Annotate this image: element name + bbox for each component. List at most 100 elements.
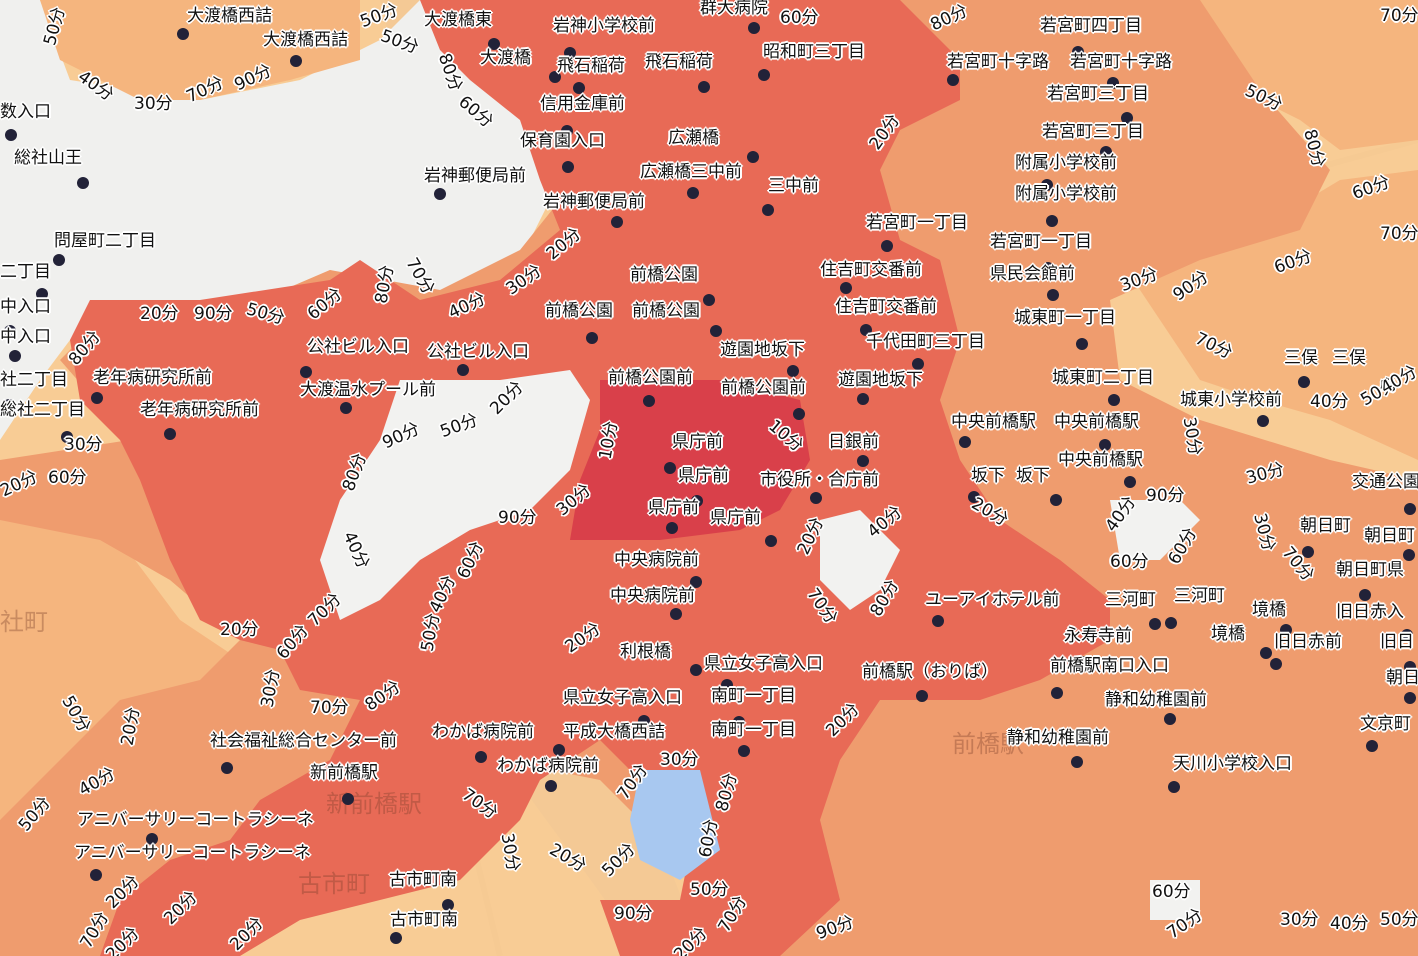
bus-stop-label[interactable]: 県庁前 bbox=[648, 500, 699, 517]
bus-stop-label[interactable]: 中入口 bbox=[0, 299, 51, 316]
bus-stop-label[interactable]: 朝日町県 bbox=[1336, 562, 1404, 579]
bus-stop-marker[interactable] bbox=[916, 690, 928, 702]
bus-stop-marker[interactable] bbox=[475, 751, 487, 763]
bus-stop-label[interactable]: 岩神小学校前 bbox=[553, 18, 655, 35]
bus-stop-label[interactable]: 前橋公園前 bbox=[721, 380, 806, 397]
bus-stop-label[interactable]: 旧日赤入 bbox=[1336, 604, 1404, 621]
bus-stop-label[interactable]: 若宮町三丁目 bbox=[1047, 86, 1149, 103]
bus-stop-label[interactable]: 三中前 bbox=[768, 178, 819, 195]
bus-stop-label[interactable]: 昭和町三丁目 bbox=[763, 44, 865, 61]
bus-stop-label[interactable]: 若宮町一丁目 bbox=[866, 215, 968, 232]
bus-stop-label[interactable]: 三河町 bbox=[1105, 592, 1156, 609]
bus-stop-label[interactable]: 三俣 bbox=[1284, 350, 1318, 367]
bus-stop-label[interactable]: 城東小学校前 bbox=[1180, 392, 1282, 409]
bus-stop-label[interactable]: 中央前橋駅 bbox=[951, 414, 1036, 431]
bus-stop-label[interactable]: アニバーサリーコートラシーネ bbox=[74, 845, 311, 862]
bus-stop-label[interactable]: 信用金庫前 bbox=[540, 96, 625, 113]
bus-stop-marker[interactable] bbox=[1404, 692, 1416, 704]
bus-stop-label[interactable]: 大渡橋東 bbox=[424, 12, 492, 29]
bus-stop-marker[interactable] bbox=[932, 615, 944, 627]
bus-stop-marker[interactable] bbox=[703, 294, 715, 306]
bus-stop-marker[interactable] bbox=[1071, 756, 1083, 768]
bus-stop-label[interactable]: 大渡橋西詰 bbox=[187, 8, 272, 25]
bus-stop-marker[interactable] bbox=[643, 395, 655, 407]
bus-stop-label[interactable]: 前橋公園 bbox=[630, 267, 698, 284]
bus-stop-marker[interactable] bbox=[670, 608, 682, 620]
bus-stop-marker[interactable] bbox=[77, 177, 89, 189]
bus-stop-marker[interactable] bbox=[687, 187, 699, 199]
bus-stop-marker[interactable] bbox=[1046, 215, 1058, 227]
bus-stop-label[interactable]: 岩神郵便局前 bbox=[424, 168, 526, 185]
bus-stop-marker[interactable] bbox=[545, 780, 557, 792]
bus-stop-marker[interactable] bbox=[857, 393, 869, 405]
bus-stop-label[interactable]: 遊園地坂下 bbox=[838, 372, 923, 389]
bus-stop-label[interactable]: アニバーサリーコートラシーネ bbox=[77, 812, 314, 829]
bus-stop-marker[interactable] bbox=[758, 69, 770, 81]
bus-stop-label[interactable]: 朝日町 bbox=[1300, 518, 1351, 535]
bus-stop-marker[interactable] bbox=[787, 365, 799, 377]
bus-stop-marker[interactable] bbox=[1404, 503, 1416, 515]
bus-stop-label[interactable]: 若宮町一丁目 bbox=[990, 234, 1092, 251]
bus-stop-label[interactable]: 境橋 bbox=[1211, 626, 1245, 643]
bus-stop-label[interactable]: 交通公園 bbox=[1352, 474, 1418, 491]
bus-stop-label[interactable]: 飛石稲荷 bbox=[557, 58, 625, 75]
bus-stop-label[interactable]: 若宮町四丁目 bbox=[1040, 18, 1142, 35]
bus-stop-label[interactable]: 若宮町十字路 bbox=[1070, 54, 1172, 71]
bus-stop-label[interactable]: 境橋 bbox=[1252, 602, 1286, 619]
bus-stop-label[interactable]: 老年病研究所前 bbox=[93, 370, 212, 387]
bus-stop-marker[interactable] bbox=[9, 350, 21, 362]
bus-stop-label[interactable]: 平成大橋西詰 bbox=[563, 724, 665, 741]
bus-stop-label[interactable]: 中入口 bbox=[0, 329, 51, 346]
bus-stop-label[interactable]: 公社ビル入口 bbox=[427, 344, 529, 361]
bus-stop-label[interactable]: 天川小学校入口 bbox=[1173, 756, 1292, 773]
bus-stop-marker[interactable] bbox=[690, 664, 702, 676]
bus-stop-label[interactable]: わかば病院前 bbox=[497, 758, 599, 775]
bus-stop-marker[interactable] bbox=[5, 129, 17, 141]
bus-stop-label[interactable]: 県立女子高入口 bbox=[704, 656, 823, 673]
bus-stop-label[interactable]: 大渡橋 bbox=[480, 50, 531, 67]
bus-stop-marker[interactable] bbox=[340, 402, 352, 414]
bus-stop-marker[interactable] bbox=[1149, 618, 1161, 630]
bus-stop-marker[interactable] bbox=[221, 762, 233, 774]
bus-stop-label[interactable]: わかば病院前 bbox=[432, 724, 534, 741]
bus-stop-label[interactable]: 大渡温水プール前 bbox=[300, 382, 436, 399]
bus-stop-label[interactable]: 静和幼稚園前 bbox=[1007, 730, 1109, 747]
bus-stop-label[interactable]: 広瀬橋三中前 bbox=[640, 164, 742, 181]
bus-stop-label[interactable]: 総社二丁目 bbox=[0, 402, 85, 419]
bus-stop-label[interactable]: 前橋駅南口入口 bbox=[1050, 658, 1169, 675]
bus-stop-marker[interactable] bbox=[611, 216, 623, 228]
bus-stop-label[interactable]: 城東町二丁目 bbox=[1052, 370, 1154, 387]
bus-stop-marker[interactable] bbox=[1257, 415, 1269, 427]
bus-stop-label[interactable]: 附属小学校前 bbox=[1015, 155, 1117, 172]
bus-stop-label[interactable]: 新前橋駅 bbox=[310, 765, 378, 782]
bus-stop-marker[interactable] bbox=[947, 74, 959, 86]
bus-stop-marker[interactable] bbox=[840, 282, 852, 294]
bus-stop-label[interactable]: 若宮町三丁目 bbox=[1042, 124, 1144, 141]
bus-stop-label[interactable]: 総社山王 bbox=[14, 150, 82, 167]
bus-stop-marker[interactable] bbox=[747, 151, 759, 163]
bus-stop-label[interactable]: 千代田町三丁目 bbox=[866, 334, 985, 351]
bus-stop-label[interactable]: 永寿寺前 bbox=[1064, 628, 1132, 645]
bus-stop-marker[interactable] bbox=[434, 188, 446, 200]
bus-stop-marker[interactable] bbox=[1366, 740, 1378, 752]
bus-stop-label[interactable]: 文京町 bbox=[1360, 716, 1411, 733]
bus-stop-marker[interactable] bbox=[342, 793, 354, 805]
bus-stop-marker[interactable] bbox=[748, 22, 760, 34]
bus-stop-marker[interactable] bbox=[177, 28, 189, 40]
bus-stop-marker[interactable] bbox=[959, 436, 971, 448]
bus-stop-marker[interactable] bbox=[586, 332, 598, 344]
bus-stop-label[interactable]: 静和幼稚園前 bbox=[1105, 692, 1207, 709]
bus-stop-label[interactable]: 市役所・合庁前 bbox=[760, 472, 879, 489]
bus-stop-label[interactable]: 社二丁目 bbox=[0, 372, 68, 389]
bus-stop-marker[interactable] bbox=[1165, 617, 1177, 629]
bus-stop-label[interactable]: 前橋駅（おりば） bbox=[862, 664, 998, 681]
bus-stop-label[interactable]: 前橋公園 bbox=[632, 303, 700, 320]
bus-stop-label[interactable]: 中央病院前 bbox=[610, 588, 695, 605]
bus-stop-marker[interactable] bbox=[91, 392, 103, 404]
bus-stop-marker[interactable] bbox=[1047, 289, 1059, 301]
bus-stop-label[interactable]: 老年病研究所前 bbox=[140, 402, 259, 419]
bus-stop-label[interactable]: 岩神郵便局前 bbox=[543, 194, 645, 211]
isochrone-map[interactable]: 前橋駅 新前橋駅 古市町 社町 大渡橋西詰 大渡橋西詰 大渡橋東 岩神小学校前 群大病院 昭和町三… bbox=[0, 0, 1418, 956]
bus-stop-marker[interactable] bbox=[300, 366, 312, 378]
bus-stop-marker[interactable] bbox=[90, 869, 102, 881]
